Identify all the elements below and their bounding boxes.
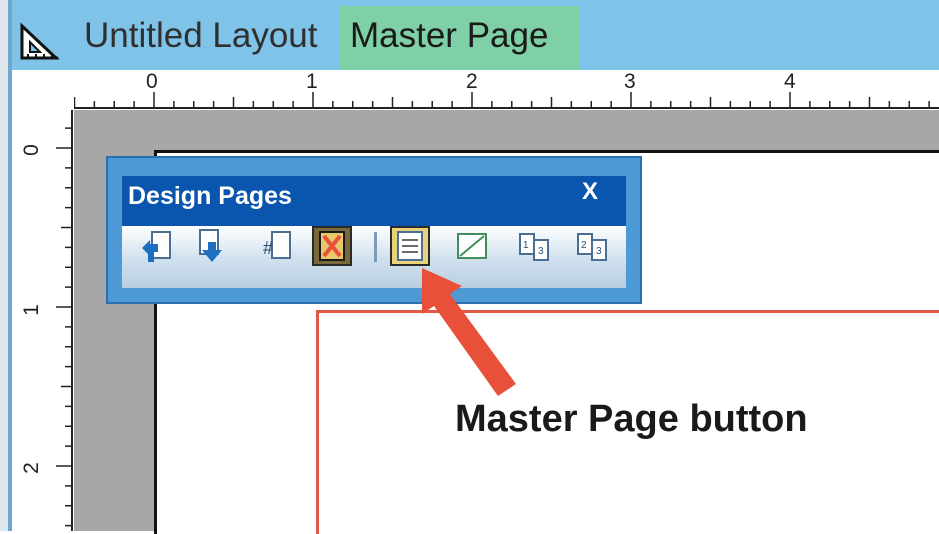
- page-number-button[interactable]: #: [256, 226, 296, 266]
- ignore-master-icon: [457, 233, 487, 259]
- svg-text:#: #: [263, 238, 273, 258]
- layout-ruler-icon: [20, 22, 60, 60]
- svg-text:1: 1: [523, 240, 529, 251]
- ruler-label-1: 1: [306, 70, 318, 93]
- toolbar-separator: [374, 232, 377, 262]
- master-page-mode-label: Master Page: [350, 16, 549, 55]
- ruler-label-4: 4: [784, 70, 796, 93]
- move-page-back-icon: 2 3: [577, 233, 607, 261]
- toolbar-close-button[interactable]: X: [582, 178, 598, 206]
- svg-text:2: 2: [581, 240, 587, 251]
- toolbar-title: Design Pages: [128, 182, 292, 210]
- ruler-v-label-0: 0: [19, 144, 43, 156]
- window-frame: [0, 0, 8, 531]
- horizontal-ruler-ticks: [74, 92, 939, 109]
- ruler-v-label-1: 1: [19, 304, 43, 316]
- ruler-label-3: 3: [624, 70, 636, 93]
- insert-page-before-icon: [142, 231, 171, 262]
- ruler-label-2: 2: [466, 70, 478, 93]
- horizontal-ruler[interactable]: [74, 70, 939, 110]
- delete-page-icon: [319, 231, 345, 261]
- master-page-button[interactable]: [390, 226, 430, 266]
- insert-page-after-button[interactable]: [192, 226, 232, 266]
- svg-text:3: 3: [596, 246, 602, 257]
- window-title: Untitled Layout: [84, 16, 318, 55]
- move-page-forward-button[interactable]: 1 3: [514, 226, 554, 266]
- page-number-icon: #: [263, 231, 291, 259]
- ruler-label-0: 0: [146, 70, 158, 93]
- move-page-back-button[interactable]: 2 3: [572, 226, 612, 266]
- annotation-text: Master Page button: [455, 398, 808, 440]
- insert-page-before-button[interactable]: [136, 226, 176, 266]
- ruler-corner: [12, 70, 74, 110]
- move-page-forward-icon: 1 3: [519, 233, 549, 261]
- svg-text:3: 3: [538, 246, 544, 257]
- insert-page-after-icon: [199, 229, 222, 262]
- delete-page-button[interactable]: [312, 226, 352, 266]
- annotation-arrow: [422, 268, 516, 396]
- ignore-master-button[interactable]: [452, 226, 492, 266]
- ruler-v-label-2: 2: [19, 462, 43, 474]
- design-pages-toolbar[interactable]: Design Pages: [106, 156, 642, 304]
- master-page-icon: [397, 231, 423, 261]
